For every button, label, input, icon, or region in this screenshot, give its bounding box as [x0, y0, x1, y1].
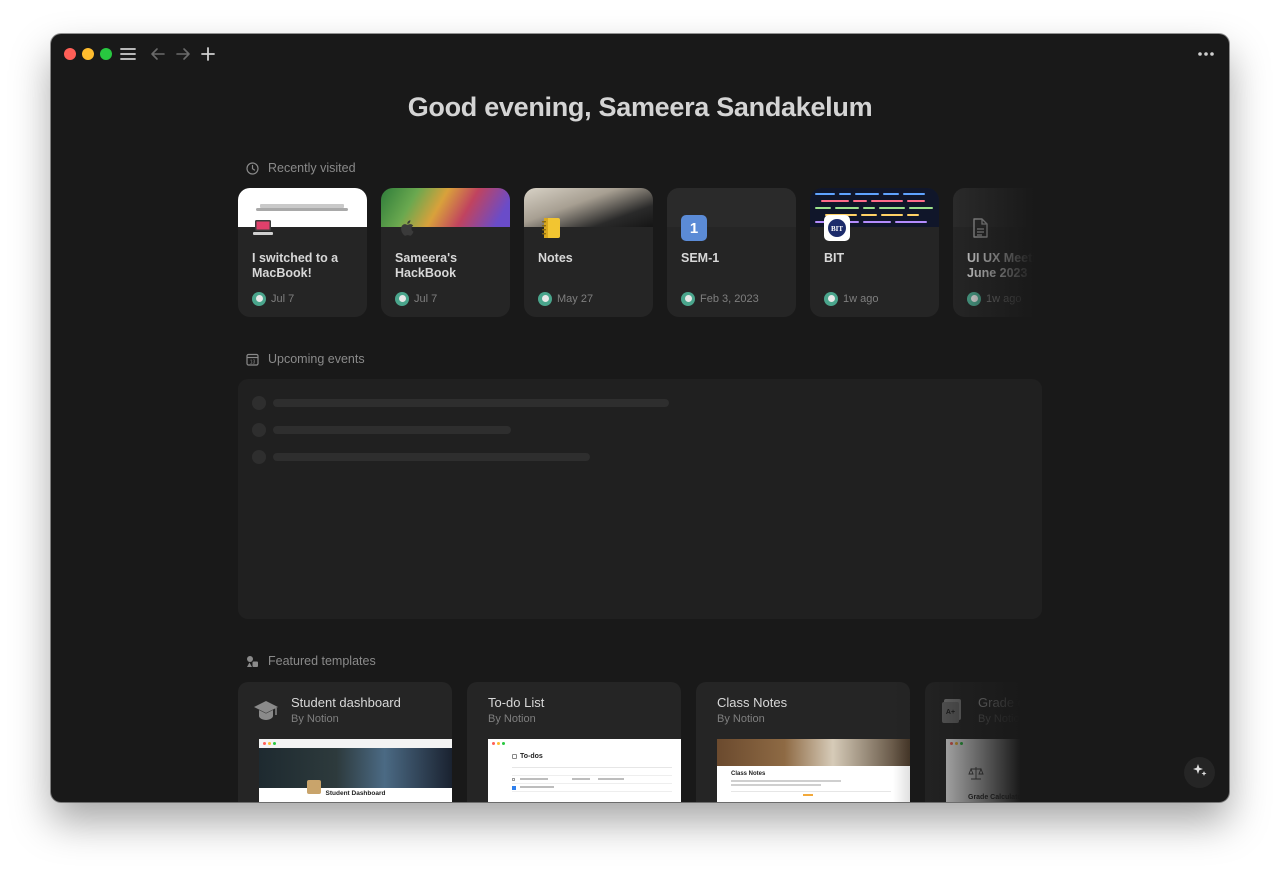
sparkle-icon [1192, 762, 1208, 783]
skeleton-dot [252, 396, 266, 410]
recent-card-date: Jul 7 [271, 293, 295, 305]
sidebar-menu-icon[interactable] [117, 43, 139, 65]
laptop-icon [252, 217, 274, 239]
template-card[interactable]: To-do List By Notion To-dos [467, 682, 681, 802]
svg-text:BIT: BIT [831, 225, 843, 233]
preview-title: Class Notes [731, 771, 766, 777]
plus-icon[interactable] [197, 43, 219, 65]
skeleton-bar [273, 426, 511, 434]
grade-book-icon: A+ [939, 696, 967, 724]
template-title: Grade calculator [978, 695, 1043, 710]
recent-card-date: May 27 [557, 293, 594, 305]
template-author: By Notion [488, 713, 536, 725]
recent-card-meta: Jul 7 [395, 292, 437, 306]
avatar [395, 292, 409, 306]
app-window: Good evening, Sameera Sandakelum Recentl… [51, 34, 1229, 802]
recent-card-title: SEM-1 [681, 251, 720, 265]
recent-card[interactable]: UI UX Meeting 26 June 2023 1w ago [953, 188, 1043, 317]
page-title: Good evening, Sameera Sandakelum [407, 92, 873, 122]
svg-text:A+: A+ [946, 709, 955, 716]
recent-card-meta: 1w ago [824, 292, 878, 306]
recent-card-title: Sameera's HackBook [395, 251, 458, 280]
featured-templates-list: Student dashboard By Notion Student Dash… [237, 682, 1043, 802]
avatar [967, 292, 981, 306]
recent-card[interactable]: I switched to a MacBook! Jul 7 [238, 188, 367, 317]
scales-icon [968, 765, 984, 781]
keycap-1-icon: 1 [681, 215, 707, 241]
featured-templates-label: Featured templates [268, 654, 376, 668]
recent-card-date: 1w ago [986, 293, 1022, 305]
clock-icon [246, 161, 259, 175]
notebook-icon [538, 215, 564, 241]
preview-title: To-dos [520, 753, 543, 760]
recently-visited-label: Recently visited [268, 161, 356, 175]
recent-card-date: 1w ago [843, 293, 879, 305]
preview-title: Student Dashboard [325, 790, 386, 797]
template-card[interactable]: Class Notes By Notion Class Notes [696, 682, 910, 802]
skeleton-bar [273, 399, 669, 407]
recent-card-date: Jul 7 [414, 293, 438, 305]
graduation-cap-icon [252, 696, 280, 724]
back-arrow-icon[interactable] [147, 43, 169, 65]
template-preview: Grade Calculator [946, 739, 1043, 802]
upcoming-events-panel [238, 379, 1042, 619]
bit-logo-icon: BIT [824, 215, 850, 241]
recent-card[interactable]: Notes May 27 [524, 188, 653, 317]
recent-card-title: BIT [824, 251, 845, 265]
minimize-window-button[interactable] [82, 48, 94, 60]
preview-title: Grade Calculator [968, 794, 1025, 801]
skeleton-dot [252, 423, 266, 437]
template-preview: Student Dashboard [259, 739, 452, 802]
recent-card-date: Feb 3, 2023 [700, 293, 759, 305]
shapes-icon [246, 655, 259, 668]
recent-card-meta: May 27 [538, 292, 593, 306]
upcoming-events-label: Upcoming events [268, 352, 365, 366]
template-preview: To-dos [488, 739, 681, 802]
recent-card[interactable]: Sameera's HackBook Jul 7 [381, 188, 510, 317]
recent-card-meta: 1w ago [967, 292, 1021, 306]
template-card[interactable]: A+ Grade calculator By Notion Grade Calc… [925, 682, 1043, 802]
forward-arrow-icon[interactable] [172, 43, 194, 65]
featured-templates-header: Featured templates [246, 654, 376, 668]
template-preview: Class Notes [717, 739, 910, 802]
template-title: Class Notes [717, 695, 788, 710]
page-icon [967, 215, 993, 241]
template-card[interactable]: Student dashboard By Notion Student Dash… [238, 682, 452, 802]
template-title: To-do List [488, 695, 545, 710]
zoom-window-button[interactable] [100, 48, 112, 60]
template-author: By Notion [291, 713, 339, 725]
template-title: Student dashboard [291, 695, 401, 710]
upcoming-events-header: 13 Upcoming events [246, 352, 365, 366]
recent-card-title: UI UX Meeting 26 June 2023 [967, 251, 1043, 280]
skeleton-dot [252, 450, 266, 464]
recently-visited-list: I switched to a MacBook! Jul 7 Sameera's… [237, 188, 1043, 318]
avatar [538, 292, 552, 306]
recent-card-meta: Jul 7 [252, 292, 294, 306]
template-author: By Notion [978, 713, 1026, 725]
avatar [681, 292, 695, 306]
close-window-button[interactable] [64, 48, 76, 60]
recent-card-title: Notes [538, 251, 573, 265]
svg-text:13: 13 [250, 359, 256, 365]
avatar [824, 292, 838, 306]
recent-card-title: I switched to a MacBook! [252, 251, 339, 280]
recent-card[interactable]: BIT BIT 1w ago [810, 188, 939, 317]
more-icon[interactable] [1195, 43, 1217, 65]
calendar-icon: 13 [246, 353, 259, 366]
avatar [252, 292, 266, 306]
recent-card-meta: Feb 3, 2023 [681, 292, 759, 306]
template-author: By Notion [717, 713, 765, 725]
recent-card[interactable]: 1 SEM-1 Feb 3, 2023 [667, 188, 796, 317]
recently-visited-header: Recently visited [246, 161, 356, 175]
ai-assistant-button[interactable] [1184, 757, 1215, 788]
apple-icon [395, 215, 421, 241]
skeleton-bar [273, 453, 590, 461]
